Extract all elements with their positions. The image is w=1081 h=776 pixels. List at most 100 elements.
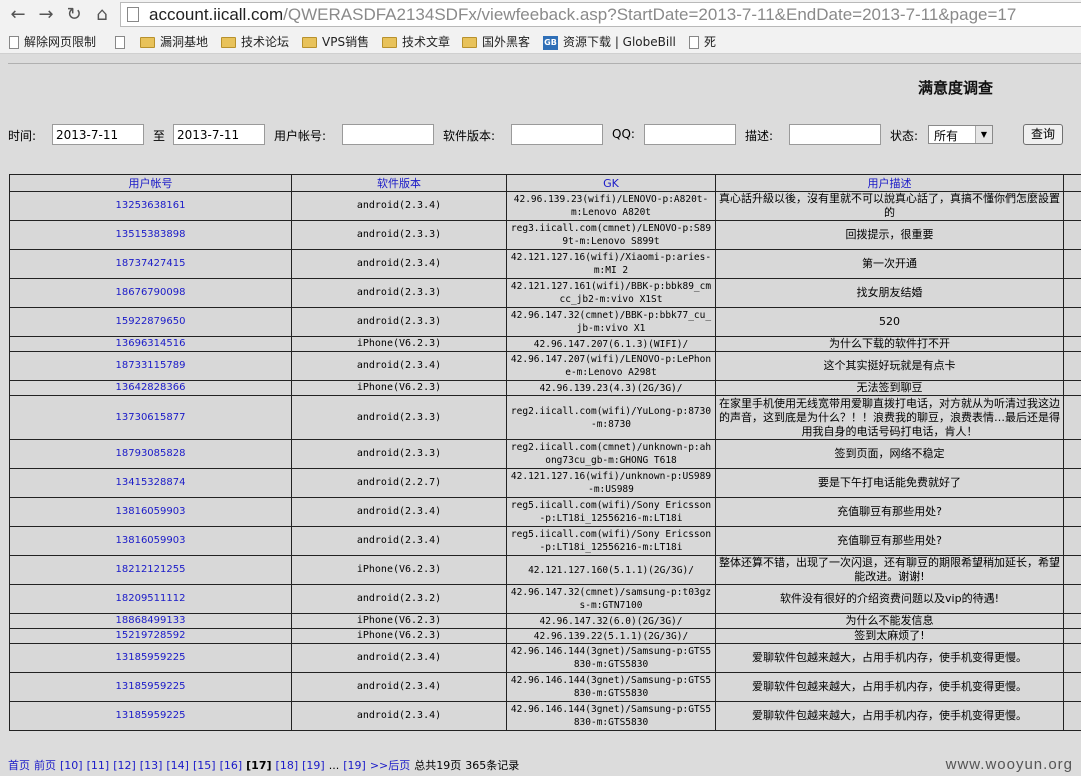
- bookmark-item[interactable]: 国外黑客: [462, 33, 530, 51]
- column-header-gk[interactable]: GK: [506, 174, 716, 192]
- pager-link[interactable]: [14]: [166, 759, 189, 772]
- account-input[interactable]: [342, 124, 434, 145]
- pagination: 首页 前页 [10] [11] [12] [13] [14] [15] [16] [17] [18]…: [8, 757, 523, 775]
- version-input[interactable]: [511, 124, 603, 145]
- pager-link[interactable]: [19]: [343, 759, 366, 772]
- extra-cell: [1063, 584, 1081, 614]
- desc-input[interactable]: [789, 124, 881, 145]
- pager-link[interactable]: [18]: [276, 759, 299, 772]
- column-header-extra: [1063, 174, 1081, 192]
- end-date-input[interactable]: [173, 124, 265, 145]
- pager-link[interactable]: 首页: [8, 759, 30, 772]
- bookmark-item[interactable]: 技术论坛: [221, 33, 289, 51]
- gk-cell: 42.121.127.161(wifi)/BBK-p:bbk89_cmcc_jb…: [506, 278, 716, 308]
- description-cell: 爱聊软件包越来越大，占用手机内存，使手机变得更慢。: [715, 643, 1064, 673]
- pager-link[interactable]: [11]: [87, 759, 110, 772]
- description-cell: 充值聊豆有那些用处?: [715, 526, 1064, 556]
- account-cell[interactable]: 18737427415: [9, 249, 292, 279]
- feedback-table-container: 用户帐号 软件版本 GK 用户描述 13253638161 android(2.3…: [9, 174, 1081, 749]
- bookmark-label: 解除网页限制: [24, 35, 97, 49]
- gk-cell: reg3.iicall.com(cmnet)/LENOVO-p:S899t-m:…: [506, 220, 716, 250]
- version-label: 软件版本:: [443, 129, 496, 143]
- account-cell[interactable]: 18209511112: [9, 584, 292, 614]
- bookmark-item[interactable]: 漏洞基地: [140, 33, 208, 51]
- bookmarks-bar: 解除网页限制 漏洞基地 技术论坛 VPS销售 技术文章 国外黑客 GB 资源下载 …: [0, 30, 1081, 54]
- table-row: 13816059903 android(2.3.4) reg5.iicall.com…: [9, 497, 1081, 527]
- account-cell[interactable]: 15922879650: [9, 307, 292, 337]
- description-cell: 无法签到聊豆: [715, 380, 1064, 396]
- description-cell: 整体还算不错，出现了一次闪退，还有聊豆的期限希望稍加延长，希望能改进。谢谢!: [715, 555, 1064, 585]
- pager-link[interactable]: [13]: [140, 759, 163, 772]
- account-cell[interactable]: 18793085828: [9, 439, 292, 469]
- bookmark-label: 资源下载 | GlobeBill: [563, 35, 676, 49]
- table-row: 13515383898 android(2.3.3) reg3.iicall.com…: [9, 220, 1081, 250]
- pager-link[interactable]: 前页: [34, 759, 56, 772]
- gk-cell: 42.96.147.32(6.0)(2G/3G)/: [506, 613, 716, 629]
- qq-input[interactable]: [644, 124, 736, 145]
- account-cell[interactable]: 18733115789: [9, 351, 292, 381]
- table-header-row: 用户帐号 软件版本 GK 用户描述: [9, 174, 1081, 192]
- account-cell[interactable]: 13185959225: [9, 701, 292, 731]
- account-cell[interactable]: 13185959225: [9, 672, 292, 702]
- gk-cell: 42.96.147.207(6.1.3)(WIFI)/: [506, 336, 716, 352]
- description-cell: 签到太麻烦了!: [715, 628, 1064, 644]
- account-cell[interactable]: 18868499133: [9, 613, 292, 629]
- account-cell[interactable]: 18212121255: [9, 555, 292, 585]
- account-cell[interactable]: 15219728592: [9, 628, 292, 644]
- bookmark-item[interactable]: VPS销售: [302, 33, 369, 51]
- folder-icon: [140, 37, 155, 48]
- column-header-account[interactable]: 用户帐号: [9, 174, 292, 192]
- bookmark-item[interactable]: GB 资源下载 | GlobeBill: [543, 33, 676, 51]
- description-cell: 这个其实挺好玩就是有点卡: [715, 351, 1064, 381]
- pager-link[interactable]: [16]: [220, 759, 243, 772]
- account-cell[interactable]: 13642828366: [9, 380, 292, 396]
- account-cell[interactable]: 13515383898: [9, 220, 292, 250]
- bookmark-label: 国外黑客: [482, 35, 531, 49]
- pager-link[interactable]: [15]: [193, 759, 216, 772]
- account-cell[interactable]: 13415328874: [9, 468, 292, 498]
- home-icon[interactable]: ⌂: [90, 3, 114, 27]
- account-label: 用户帐号:: [274, 129, 327, 143]
- pager-link[interactable]: [10]: [60, 759, 83, 772]
- gk-cell: reg2.iicall.com(cmnet)/unknown-p:ahong73…: [506, 439, 716, 469]
- account-cell[interactable]: 13185959225: [9, 643, 292, 673]
- account-cell[interactable]: 13816059903: [9, 497, 292, 527]
- bookmark-item[interactable]: 技术文章: [382, 33, 450, 51]
- address-url: account.iicall.com/QWERASDFA2134SDFx/vie…: [149, 4, 1016, 26]
- table-row: 15219728592 iPhone(V6.2.3) 42.96.139.22(5.…: [9, 628, 1081, 644]
- search-button[interactable]: 查询: [1023, 124, 1063, 145]
- page-icon: [9, 36, 19, 49]
- back-arrow-icon[interactable]: ←: [6, 3, 30, 27]
- pager-link[interactable]: >>后页: [370, 759, 410, 772]
- table-row: 13415328874 android(2.2.7) 42.121.127.16(w…: [9, 468, 1081, 498]
- column-header-description[interactable]: 用户描述: [715, 174, 1064, 192]
- column-header-version[interactable]: 软件版本: [291, 174, 507, 192]
- pager-link[interactable]: [19]: [302, 759, 325, 772]
- desc-label: 描述:: [745, 129, 774, 143]
- to-label: 至: [153, 129, 166, 143]
- bookmark-item[interactable]: 解除网页限制: [9, 33, 96, 51]
- account-cell[interactable]: 18676790098: [9, 278, 292, 308]
- description-cell: 为什么不能发信息: [715, 613, 1064, 629]
- account-cell[interactable]: 13816059903: [9, 526, 292, 556]
- extra-cell: [1063, 249, 1081, 279]
- forward-arrow-icon[interactable]: →: [34, 3, 58, 27]
- account-cell[interactable]: 13253638161: [9, 191, 292, 221]
- account-cell[interactable]: 13730615877: [9, 395, 292, 440]
- start-date-input[interactable]: [52, 124, 144, 145]
- extra-cell: [1063, 643, 1081, 673]
- table-row: 18733115789 android(2.3.4) 42.96.147.207(w…: [9, 351, 1081, 381]
- table-row: 13730615877 android(2.3.3) reg2.iicall.com…: [9, 395, 1081, 440]
- bookmark-item[interactable]: [115, 33, 130, 51]
- reload-icon[interactable]: ↻: [62, 3, 86, 27]
- extra-cell: [1063, 628, 1081, 644]
- qq-label: QQ:: [612, 127, 635, 141]
- status-select[interactable]: 所有 ▼: [928, 125, 993, 144]
- address-bar[interactable]: account.iicall.com/QWERASDFA2134SDFx/vie…: [120, 2, 1081, 27]
- account-cell[interactable]: 13696314516: [9, 336, 292, 352]
- bookmark-item[interactable]: 死: [689, 33, 716, 51]
- gk-cell: reg5.iicall.com(wifi)/Sony Ericsson-p:LT…: [506, 526, 716, 556]
- version-cell: android(2.3.4): [291, 351, 507, 381]
- version-cell: android(2.3.2): [291, 584, 507, 614]
- pager-link[interactable]: [12]: [113, 759, 136, 772]
